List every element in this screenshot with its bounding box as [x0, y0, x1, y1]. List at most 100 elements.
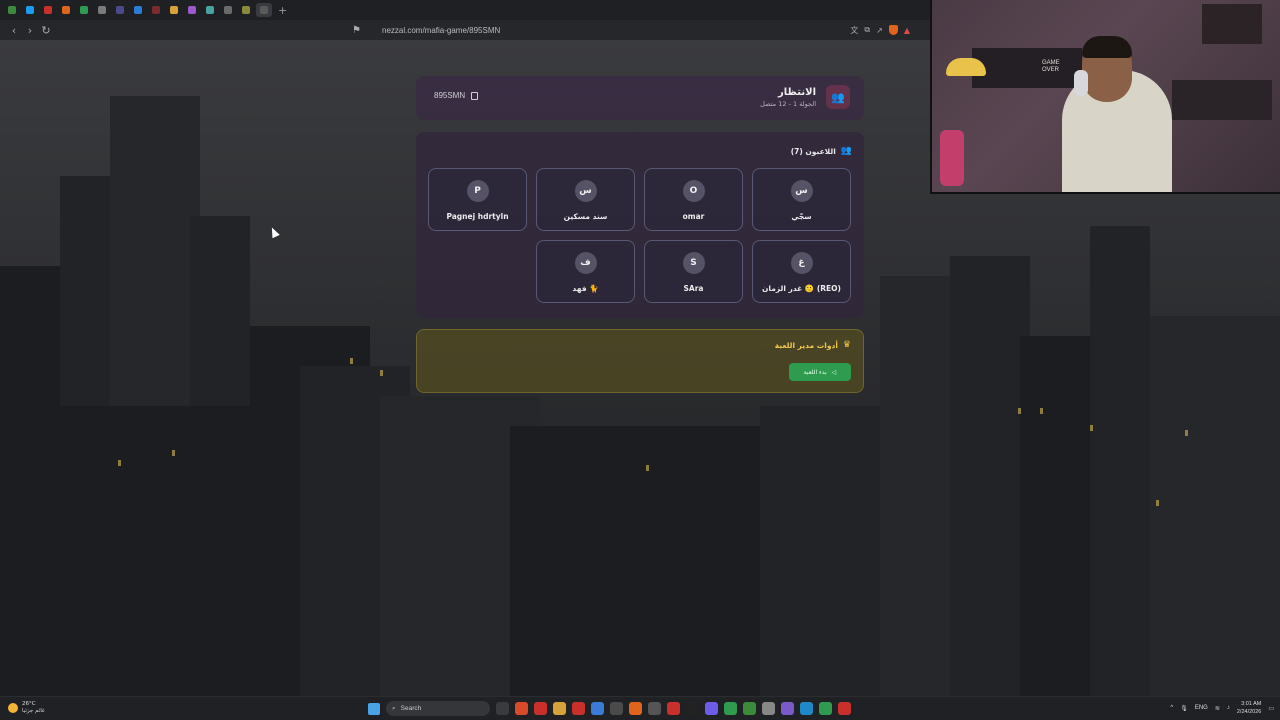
lobby-status: 👥 الانتظار الجولة 1 - 12 متصل — [760, 85, 850, 109]
open-external-icon[interactable]: ⧉ — [864, 25, 870, 35]
taskbar-app-icon[interactable] — [667, 702, 680, 715]
taskbar-app-icon[interactable] — [743, 702, 756, 715]
webcam-overlay: GAME OVER — [930, 0, 1280, 194]
reload-icon[interactable]: ↻ — [38, 24, 54, 37]
browser-tab[interactable] — [148, 3, 164, 17]
player-card[interactable]: S SAra — [644, 240, 743, 303]
window-light — [172, 450, 175, 456]
browser-tab[interactable] — [40, 3, 56, 17]
sign-line: GAME — [1042, 60, 1060, 66]
avatar: س — [574, 180, 597, 202]
player-name: فهد 🐈 — [572, 284, 599, 293]
start-game-label: بدء اللعبة — [803, 368, 827, 376]
window-light — [1090, 425, 1093, 431]
taskbar-search[interactable]: ⌕ Search — [386, 701, 490, 716]
taskbar-app-icon[interactable] — [496, 702, 509, 715]
wall-shelf — [972, 48, 1082, 88]
browser-tab[interactable] — [112, 3, 128, 17]
taskbar-app-icon[interactable] — [648, 702, 661, 715]
weather-widget[interactable]: 26°C غائم جزئيا — [8, 701, 45, 715]
taskbar-app-icon[interactable] — [553, 702, 566, 715]
window-light — [380, 370, 383, 376]
player-name: غدر الزمان 🙂 (REO) — [761, 284, 841, 293]
taskbar-app-icon[interactable] — [724, 702, 737, 715]
headphones — [1074, 70, 1088, 96]
browser-address-bar: ‹ › ↻ ⚑ nezzal.com/mafia-game/895SMN 文 ⧉… — [0, 20, 930, 40]
taskbar-app-icon[interactable] — [686, 702, 699, 715]
search-icon: ⌕ — [392, 704, 396, 712]
screen: + ‹ › ↻ ⚑ nezzal.com/mafia-game/895SMN 文… — [0, 0, 1280, 720]
browser-tab[interactable] — [130, 3, 146, 17]
mic-icon[interactable]: 🎙 — [1180, 705, 1188, 712]
tab-favicon-icon — [188, 6, 196, 14]
back-icon[interactable]: ‹ — [6, 24, 22, 37]
player-card[interactable]: غ غدر الزمان 🙂 (REO) — [752, 240, 851, 303]
browser-tab[interactable] — [22, 3, 38, 17]
browser-tab[interactable] — [76, 3, 92, 17]
chevron-up-icon[interactable]: ^ — [1170, 705, 1173, 711]
taskbar-app-icon[interactable] — [705, 702, 718, 715]
tab-favicon-icon — [206, 6, 214, 14]
tab-favicon-icon — [8, 6, 16, 14]
new-tab-button[interactable]: + — [278, 4, 287, 17]
player-card[interactable]: ف فهد 🐈 — [536, 240, 635, 303]
browser-tab[interactable] — [238, 3, 254, 17]
player-card[interactable]: س سجّي — [752, 168, 851, 231]
lobby-header: 895SMN 👥 الانتظار الجولة 1 - 12 متصل — [416, 76, 864, 120]
tab-favicon-icon — [260, 6, 268, 14]
play-icon: ◁ — [831, 368, 837, 376]
taskbar-app-icon[interactable] — [572, 702, 585, 715]
taskbar-app-icon[interactable] — [629, 702, 642, 715]
browser-tab[interactable] — [220, 3, 236, 17]
browser-tab[interactable] — [184, 3, 200, 17]
tab-favicon-icon — [80, 6, 88, 14]
avatar: O — [682, 180, 705, 202]
url-field[interactable]: nezzal.com/mafia-game/895SMN — [382, 26, 850, 35]
window-light — [1040, 408, 1043, 414]
building — [0, 406, 250, 696]
taskbar-app-icon[interactable] — [800, 702, 813, 715]
window-light — [118, 460, 121, 466]
tab-favicon-icon — [26, 6, 34, 14]
taskbar-app-icon[interactable] — [515, 702, 528, 715]
browser-tab[interactable] — [202, 3, 218, 17]
player-card[interactable]: س سند مسكين — [536, 168, 635, 231]
taskbar-app-icon[interactable] — [762, 702, 775, 715]
weather-temp: 26°C — [22, 701, 36, 707]
lobby-card: 895SMN 👥 الانتظار الجولة 1 - 12 متصل 👥 ا… — [416, 76, 864, 394]
browser-tab[interactable] — [4, 3, 20, 17]
forward-icon[interactable]: › — [22, 24, 38, 37]
rewards-icon[interactable]: ▲ — [904, 26, 910, 35]
translate-icon[interactable]: 文 — [850, 25, 858, 36]
browser-tab[interactable] — [166, 3, 182, 17]
clock[interactable]: 3:01 AM 2/24/2026 — [1237, 700, 1261, 716]
room-code: 895SMN — [434, 91, 479, 100]
wifi-icon[interactable]: ≋ — [1215, 705, 1220, 712]
language-indicator[interactable]: ENG — [1195, 705, 1208, 711]
player-card[interactable]: O omar — [644, 168, 743, 231]
taskbar-app-icon[interactable] — [591, 702, 604, 715]
tab-favicon-icon — [224, 6, 232, 14]
bookmark-icon[interactable]: ⚑ — [352, 25, 366, 36]
notification-icon[interactable]: ▭ — [1268, 705, 1274, 712]
copy-icon[interactable] — [471, 91, 479, 100]
start-game-button[interactable]: ◁ بدء اللعبة — [789, 363, 851, 381]
taskbar-app-icon[interactable] — [819, 702, 832, 715]
taskbar-app-icon[interactable] — [838, 702, 851, 715]
speaker-icon[interactable]: ♪ — [1227, 705, 1230, 711]
windows-start-icon[interactable] — [368, 702, 380, 715]
taskbar-app-icon[interactable] — [534, 702, 547, 715]
tab-favicon-icon — [152, 6, 160, 14]
brave-shield-icon[interactable] — [888, 25, 898, 35]
share-icon[interactable]: ↗ — [876, 26, 883, 35]
browser-tab[interactable] — [256, 3, 272, 17]
windows-taskbar: 26°C غائم جزئيا ⌕ Search ^ 🎙 ENG ≋ ♪ 3:0… — [0, 696, 1280, 720]
room-code-text: 895SMN — [434, 91, 466, 100]
window-light — [350, 358, 353, 364]
taskbar-app-icon[interactable] — [781, 702, 794, 715]
player-card[interactable]: P Pagnej hdrtyln — [428, 168, 527, 231]
host-tools-title-text: أدوات مدير اللعبة — [774, 340, 838, 350]
browser-tab[interactable] — [94, 3, 110, 17]
taskbar-app-icon[interactable] — [610, 702, 623, 715]
browser-tab[interactable] — [58, 3, 74, 17]
